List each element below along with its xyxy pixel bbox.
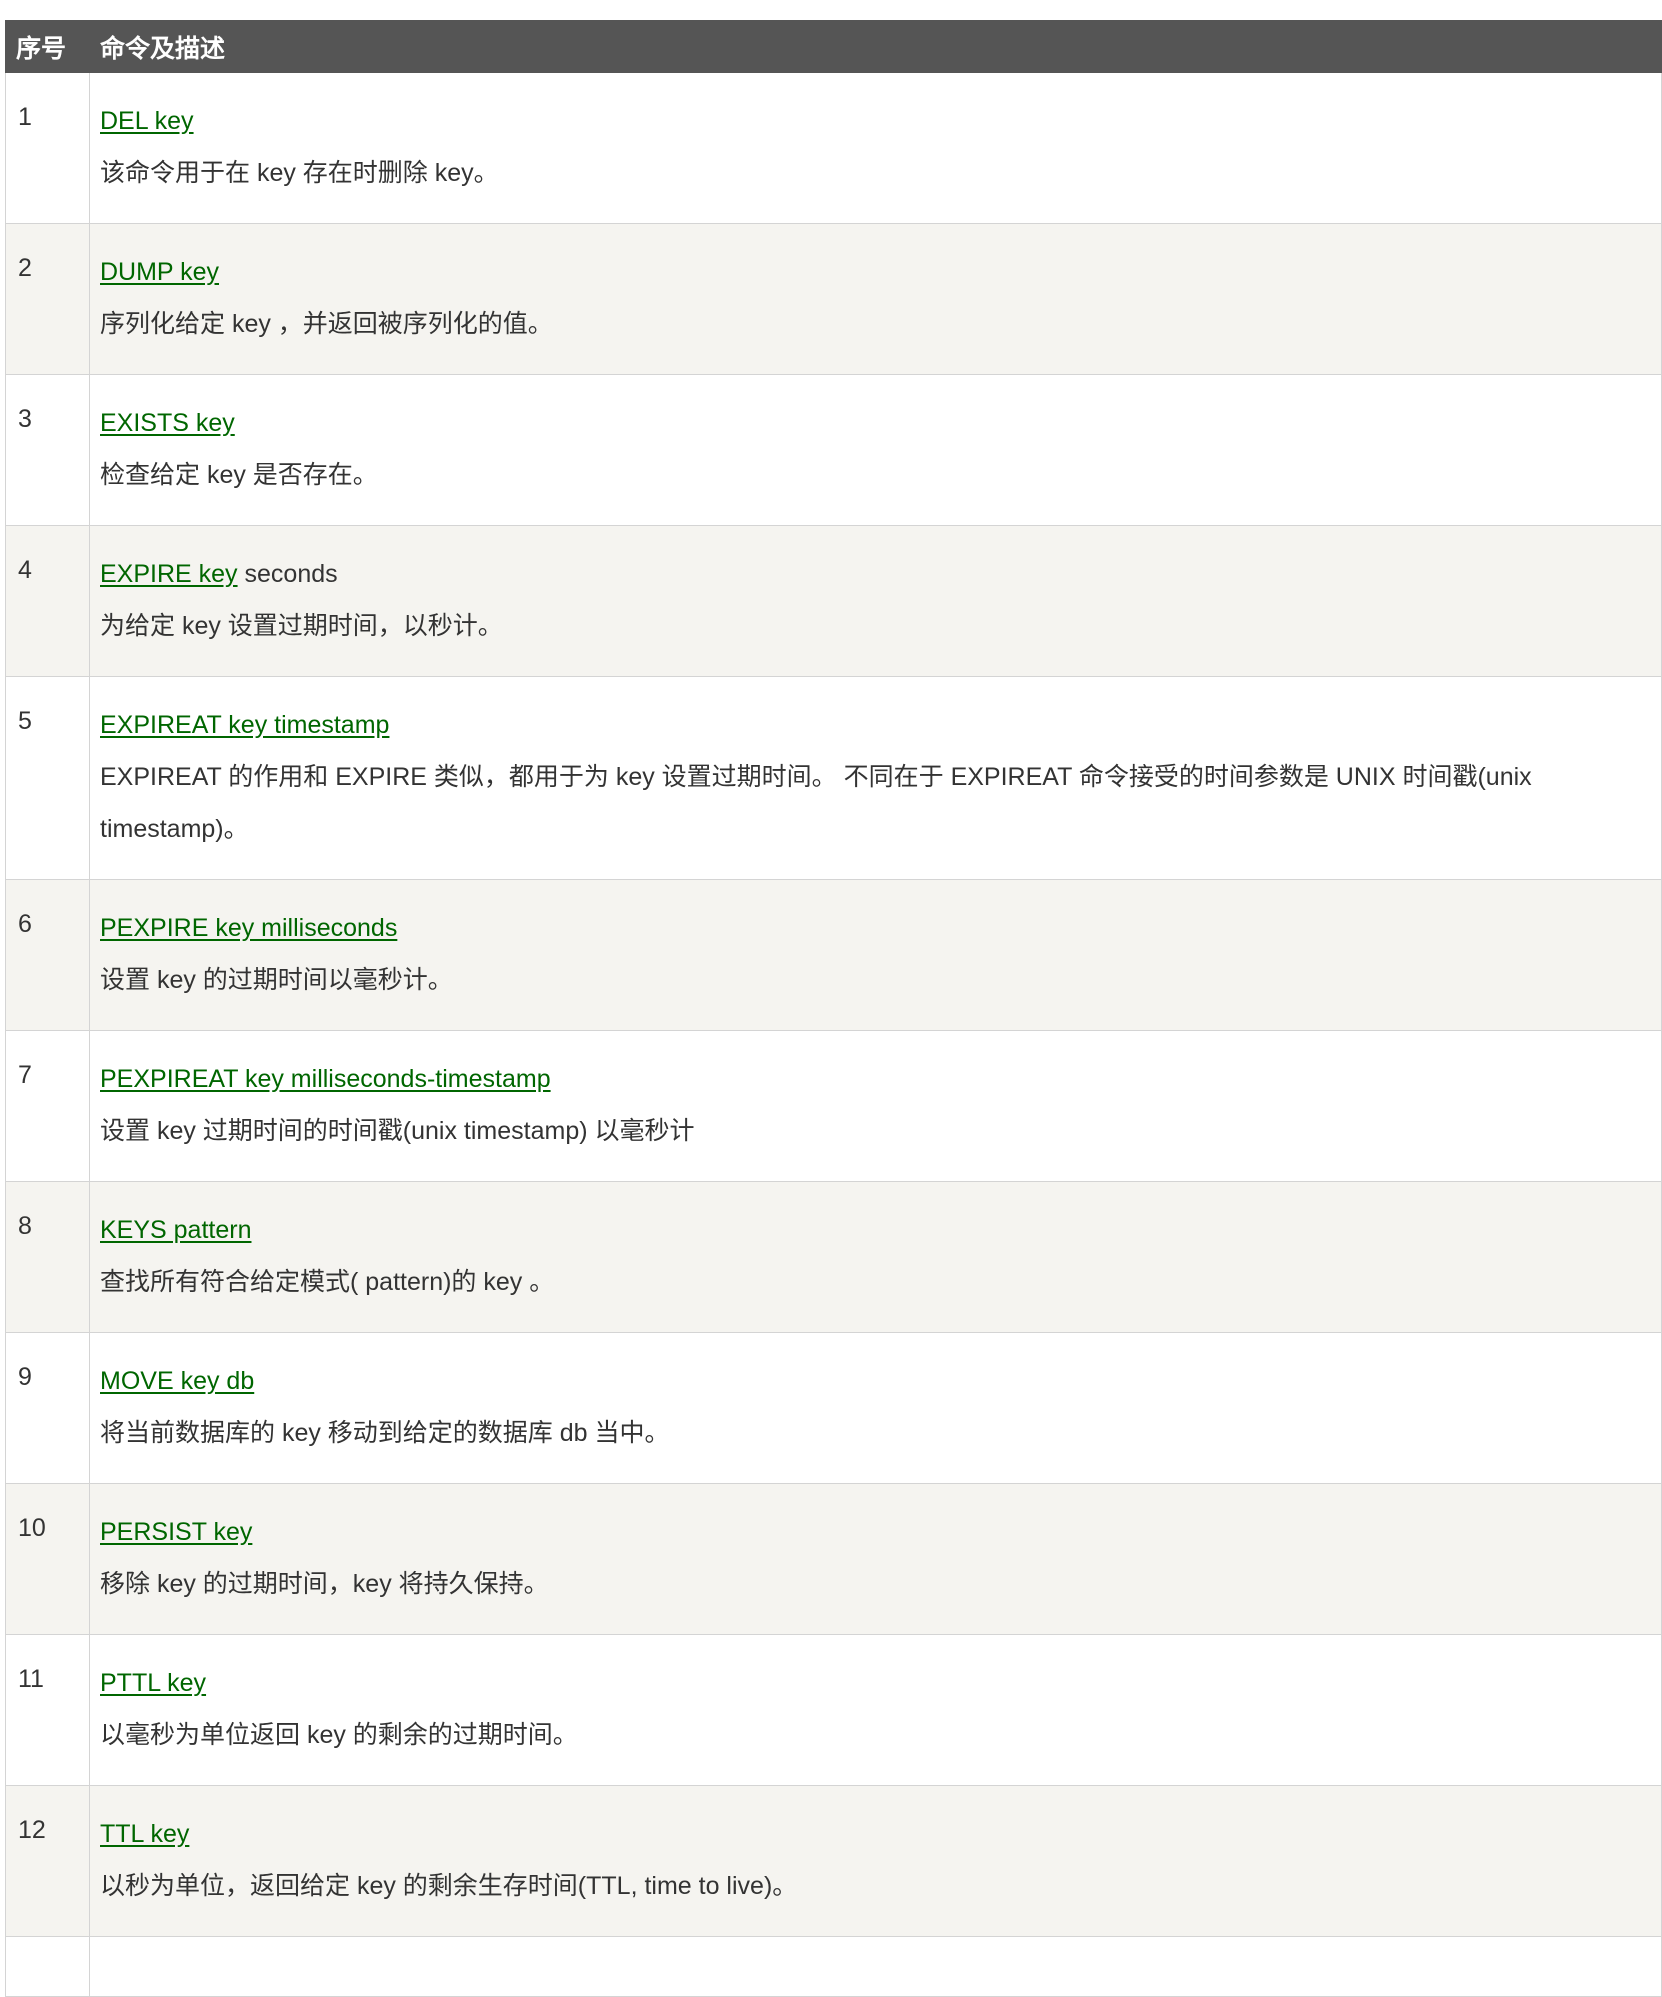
command-link[interactable]: PEXPIREAT key milliseconds-timestamp bbox=[100, 1065, 551, 1093]
row-command-cell: DUMP key 序列化给定 key ，并返回被序列化的值。 bbox=[89, 223, 1662, 375]
command-description: 将当前数据库的 key 移动到给定的数据库 db 当中。 bbox=[100, 1419, 670, 1447]
table-header-row: 序号 命令及描述 bbox=[5, 20, 1662, 73]
table-row: 12 TTL key 以秒为单位，返回给定 key 的剩余生存时间(TTL, tim… bbox=[5, 1785, 1662, 1937]
row-serial-number: 10 bbox=[5, 1483, 90, 1635]
command-description: 查找所有符合给定模式( pattern)的 key 。 bbox=[100, 1268, 555, 1296]
command-description: 移除 key 的过期时间，key 将持久保持。 bbox=[100, 1570, 549, 1598]
row-command-cell: EXPIRE key seconds 为给定 key 设置过期时间，以秒计。 bbox=[89, 525, 1662, 677]
command-description: 检查给定 key 是否存在。 bbox=[100, 461, 378, 489]
row-serial-number: 9 bbox=[5, 1332, 90, 1484]
table-row: 7 PEXPIREAT key milliseconds-timestamp 设置 … bbox=[5, 1030, 1662, 1182]
command-line: TTL key bbox=[100, 1808, 1641, 1860]
command-description: 该命令用于在 key 存在时删除 key。 bbox=[100, 159, 499, 187]
row-serial-number: 4 bbox=[5, 525, 90, 677]
command-link[interactable]: PEXPIRE key milliseconds bbox=[100, 914, 397, 942]
row-serial-number: 3 bbox=[5, 374, 90, 526]
command-description: 设置 key 的过期时间以毫秒计。 bbox=[100, 966, 453, 994]
command-link[interactable]: PTTL key bbox=[100, 1669, 206, 1697]
row-command-cell: PERSIST key 移除 key 的过期时间，key 将持久保持。 bbox=[89, 1483, 1662, 1635]
table-row bbox=[5, 1936, 1662, 1997]
row-serial-number: 11 bbox=[5, 1634, 90, 1786]
command-link[interactable]: EXPIRE key bbox=[100, 560, 238, 588]
redis-key-commands-table-wrap: 序号 命令及描述 1 DEL key 该命令用于在 key 存在时删除 key。 2 D… bbox=[5, 20, 1662, 1997]
table-row: 8 KEYS pattern 查找所有符合给定模式( pattern)的 key 。 bbox=[5, 1181, 1662, 1333]
table-row: 2 DUMP key 序列化给定 key ，并返回被序列化的值。 bbox=[5, 223, 1662, 375]
row-command-cell: DEL key 该命令用于在 key 存在时删除 key。 bbox=[89, 72, 1662, 224]
command-line: PEXPIREAT key milliseconds-timestamp bbox=[100, 1053, 1641, 1105]
row-command-cell: TTL key 以秒为单位，返回给定 key 的剩余生存时间(TTL, time … bbox=[89, 1785, 1662, 1937]
row-command-cell bbox=[89, 1936, 1662, 1997]
row-serial-number: 6 bbox=[5, 879, 90, 1031]
table-row: 11 PTTL key 以毫秒为单位返回 key 的剩余的过期时间。 bbox=[5, 1634, 1662, 1786]
command-link[interactable]: EXISTS key bbox=[100, 409, 235, 437]
row-command-cell: EXPIREAT key timestamp EXPIREAT 的作用和 EXPI… bbox=[89, 676, 1662, 880]
command-description: 以毫秒为单位返回 key 的剩余的过期时间。 bbox=[100, 1721, 578, 1749]
row-command-cell: PEXPIRE key milliseconds 设置 key 的过期时间以毫秒计… bbox=[89, 879, 1662, 1031]
table-row: 10 PERSIST key 移除 key 的过期时间，key 将持久保持。 bbox=[5, 1483, 1662, 1635]
command-line: EXPIREAT key timestamp bbox=[100, 699, 1641, 751]
table-row: 4 EXPIRE key seconds 为给定 key 设置过期时间，以秒计。 bbox=[5, 525, 1662, 677]
command-description: 以秒为单位，返回给定 key 的剩余生存时间(TTL, time to live… bbox=[100, 1872, 798, 1900]
row-command-cell: PEXPIREAT key milliseconds-timestamp 设置 k… bbox=[89, 1030, 1662, 1182]
table-body: 1 DEL key 该命令用于在 key 存在时删除 key。 2 DUMP key 序列… bbox=[5, 72, 1662, 1997]
header-command-description: 命令及描述 bbox=[89, 20, 1662, 73]
table-row: 3 EXISTS key 检查给定 key 是否存在。 bbox=[5, 374, 1662, 526]
row-command-cell: KEYS pattern 查找所有符合给定模式( pattern)的 key 。 bbox=[89, 1181, 1662, 1333]
command-line: DUMP key bbox=[100, 246, 1641, 298]
row-serial-number bbox=[5, 1936, 90, 1997]
row-command-cell: PTTL key 以毫秒为单位返回 key 的剩余的过期时间。 bbox=[89, 1634, 1662, 1786]
command-line: PERSIST key bbox=[100, 1506, 1641, 1558]
command-link[interactable]: TTL key bbox=[100, 1820, 189, 1848]
command-line: DEL key bbox=[100, 95, 1641, 147]
row-serial-number: 12 bbox=[5, 1785, 90, 1937]
row-command-cell: MOVE key db 将当前数据库的 key 移动到给定的数据库 db 当中。 bbox=[89, 1332, 1662, 1484]
table-row: 6 PEXPIRE key milliseconds 设置 key 的过期时间以毫秒… bbox=[5, 879, 1662, 1031]
command-link[interactable]: EXPIREAT key timestamp bbox=[100, 711, 389, 739]
command-description: EXPIREAT 的作用和 EXPIRE 类似，都用于为 key 设置过期时间。… bbox=[100, 763, 1532, 843]
row-serial-number: 8 bbox=[5, 1181, 90, 1333]
command-line: PTTL key bbox=[100, 1657, 1641, 1709]
table-row: 5 EXPIREAT key timestamp EXPIREAT 的作用和 EXP… bbox=[5, 676, 1662, 880]
row-command-cell: EXISTS key 检查给定 key 是否存在。 bbox=[89, 374, 1662, 526]
command-link[interactable]: MOVE key db bbox=[100, 1367, 254, 1395]
command-args: seconds bbox=[237, 560, 338, 588]
command-line: KEYS pattern bbox=[100, 1204, 1641, 1256]
row-serial-number: 7 bbox=[5, 1030, 90, 1182]
header-serial-number: 序号 bbox=[5, 20, 90, 73]
table-row: 9 MOVE key db 将当前数据库的 key 移动到给定的数据库 db 当中。 bbox=[5, 1332, 1662, 1484]
command-line: EXISTS key bbox=[100, 397, 1641, 449]
row-serial-number: 5 bbox=[5, 676, 90, 880]
command-description: 为给定 key 设置过期时间，以秒计。 bbox=[100, 612, 503, 640]
table-header: 序号 命令及描述 bbox=[5, 20, 1662, 73]
command-description: 设置 key 过期时间的时间戳(unix timestamp) 以毫秒计 bbox=[100, 1117, 695, 1145]
command-link[interactable]: KEYS pattern bbox=[100, 1216, 251, 1244]
redis-key-commands-table: 序号 命令及描述 1 DEL key 该命令用于在 key 存在时删除 key。 2 D… bbox=[5, 20, 1662, 1997]
command-line: MOVE key db bbox=[100, 1355, 1641, 1407]
command-link[interactable]: DEL key bbox=[100, 107, 194, 135]
table-row: 1 DEL key 该命令用于在 key 存在时删除 key。 bbox=[5, 72, 1662, 224]
row-serial-number: 1 bbox=[5, 72, 90, 224]
command-line: EXPIRE key seconds bbox=[100, 548, 1641, 600]
command-line: PEXPIRE key milliseconds bbox=[100, 902, 1641, 954]
command-description: 序列化给定 key ，并返回被序列化的值。 bbox=[100, 310, 553, 338]
command-link[interactable]: PERSIST key bbox=[100, 1518, 252, 1546]
command-link[interactable]: DUMP key bbox=[100, 258, 219, 286]
row-serial-number: 2 bbox=[5, 223, 90, 375]
